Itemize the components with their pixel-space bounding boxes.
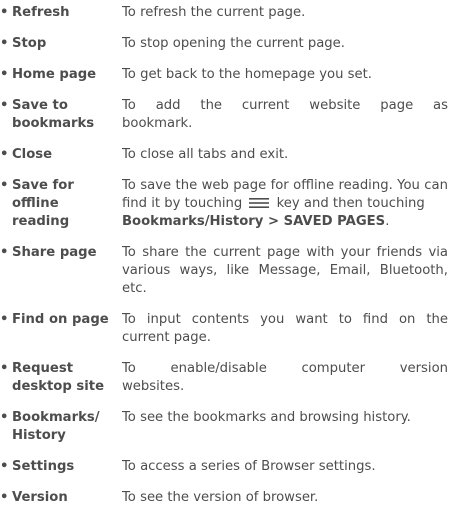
item-description: To see the version of browser. xyxy=(122,490,319,505)
description-line: To input contents you want to find on th… xyxy=(122,312,448,327)
item-term: • Stop xyxy=(0,35,120,53)
description-text: . xyxy=(385,214,390,229)
description-text: find it by touching xyxy=(122,196,243,211)
item-description: To save the web page for offline reading… xyxy=(122,177,448,231)
menu-path: Bookmarks/History > SAVED PAGES xyxy=(122,214,386,229)
item-description: To close all tabs and exit. xyxy=(122,147,289,162)
item-term: • Refresh xyxy=(0,4,120,22)
description-line: bookmark. xyxy=(122,116,193,131)
item-term: • Request desktop site xyxy=(0,360,120,396)
menu-icon xyxy=(249,198,270,208)
item-term: • Home page xyxy=(0,66,120,84)
description-line: To add the current website page as xyxy=(122,98,448,113)
term-label: Settings xyxy=(12,459,75,474)
description-line: To save the web page for offline reading… xyxy=(122,178,448,193)
term-label: Save for xyxy=(12,178,74,193)
description-line: find it by touching key and then touchin… xyxy=(122,195,448,213)
bullet: • xyxy=(0,147,9,162)
term-label-continued: bookmarks xyxy=(12,116,95,131)
item-term: • Settings xyxy=(0,458,120,476)
bullet: • xyxy=(0,36,9,51)
item-term: • Close xyxy=(0,146,120,164)
term-label: Version xyxy=(12,490,68,505)
description-text: key and then touching xyxy=(276,196,425,211)
bullet: • xyxy=(0,5,9,20)
term-label: Refresh xyxy=(12,5,70,20)
item-term: • Find on page xyxy=(0,311,120,329)
item-description: To input contents you want to find on th… xyxy=(122,311,448,347)
bullet: • xyxy=(0,459,9,474)
item-description: To get back to the homepage you set. xyxy=(122,67,373,82)
description-line: Bookmarks/History > SAVED PAGES. xyxy=(122,213,448,231)
item-description: To see the bookmarks and browsing histor… xyxy=(122,410,411,425)
bullet: • xyxy=(0,67,9,82)
bullet: • xyxy=(0,410,9,425)
term-label: Share page xyxy=(12,245,97,260)
item-term: • Share page xyxy=(0,244,120,262)
term-label: Request xyxy=(12,361,74,376)
item-description: To enable/disable computer version websi… xyxy=(122,360,448,396)
item-description: To add the current website page as bookm… xyxy=(122,97,448,133)
term-label: Bookmarks/ xyxy=(12,410,100,425)
term-label-continued: desktop site xyxy=(12,379,105,394)
description-line: various ways, like Message, Email, Bluet… xyxy=(122,263,448,278)
description-line: To enable/disable computer version xyxy=(122,361,448,376)
item-term: • Save for offline reading xyxy=(0,177,120,231)
term-label: Find on page xyxy=(12,312,109,327)
item-description: To refresh the current page. xyxy=(122,5,306,20)
term-label: Stop xyxy=(12,36,47,51)
bullet: • xyxy=(0,98,9,113)
item-term: • Version xyxy=(0,489,120,507)
item-description: To access a series of Browser settings. xyxy=(122,459,376,474)
term-label-continued: History xyxy=(12,428,66,443)
term-label-continued: reading xyxy=(12,214,70,229)
item-description: To share the current page with your frie… xyxy=(122,244,448,298)
item-term: • Save to bookmarks xyxy=(0,97,120,133)
description-line: current page. xyxy=(122,330,211,345)
description-line: websites. xyxy=(122,379,185,394)
bullet: • xyxy=(0,245,9,260)
item-term: • Bookmarks/ History xyxy=(0,409,120,445)
term-label-continued: offline xyxy=(12,196,59,211)
description-line: To share the current page with your frie… xyxy=(122,245,448,260)
description-line: etc. xyxy=(122,281,147,296)
bullet: • xyxy=(0,312,9,327)
term-label: Home page xyxy=(12,67,97,82)
item-description: To stop opening the current page. xyxy=(122,36,345,51)
bullet: • xyxy=(0,361,9,376)
term-label: Save to xyxy=(12,98,68,113)
bullet: • xyxy=(0,490,9,505)
term-label: Close xyxy=(12,147,53,162)
bullet: • xyxy=(0,178,9,193)
